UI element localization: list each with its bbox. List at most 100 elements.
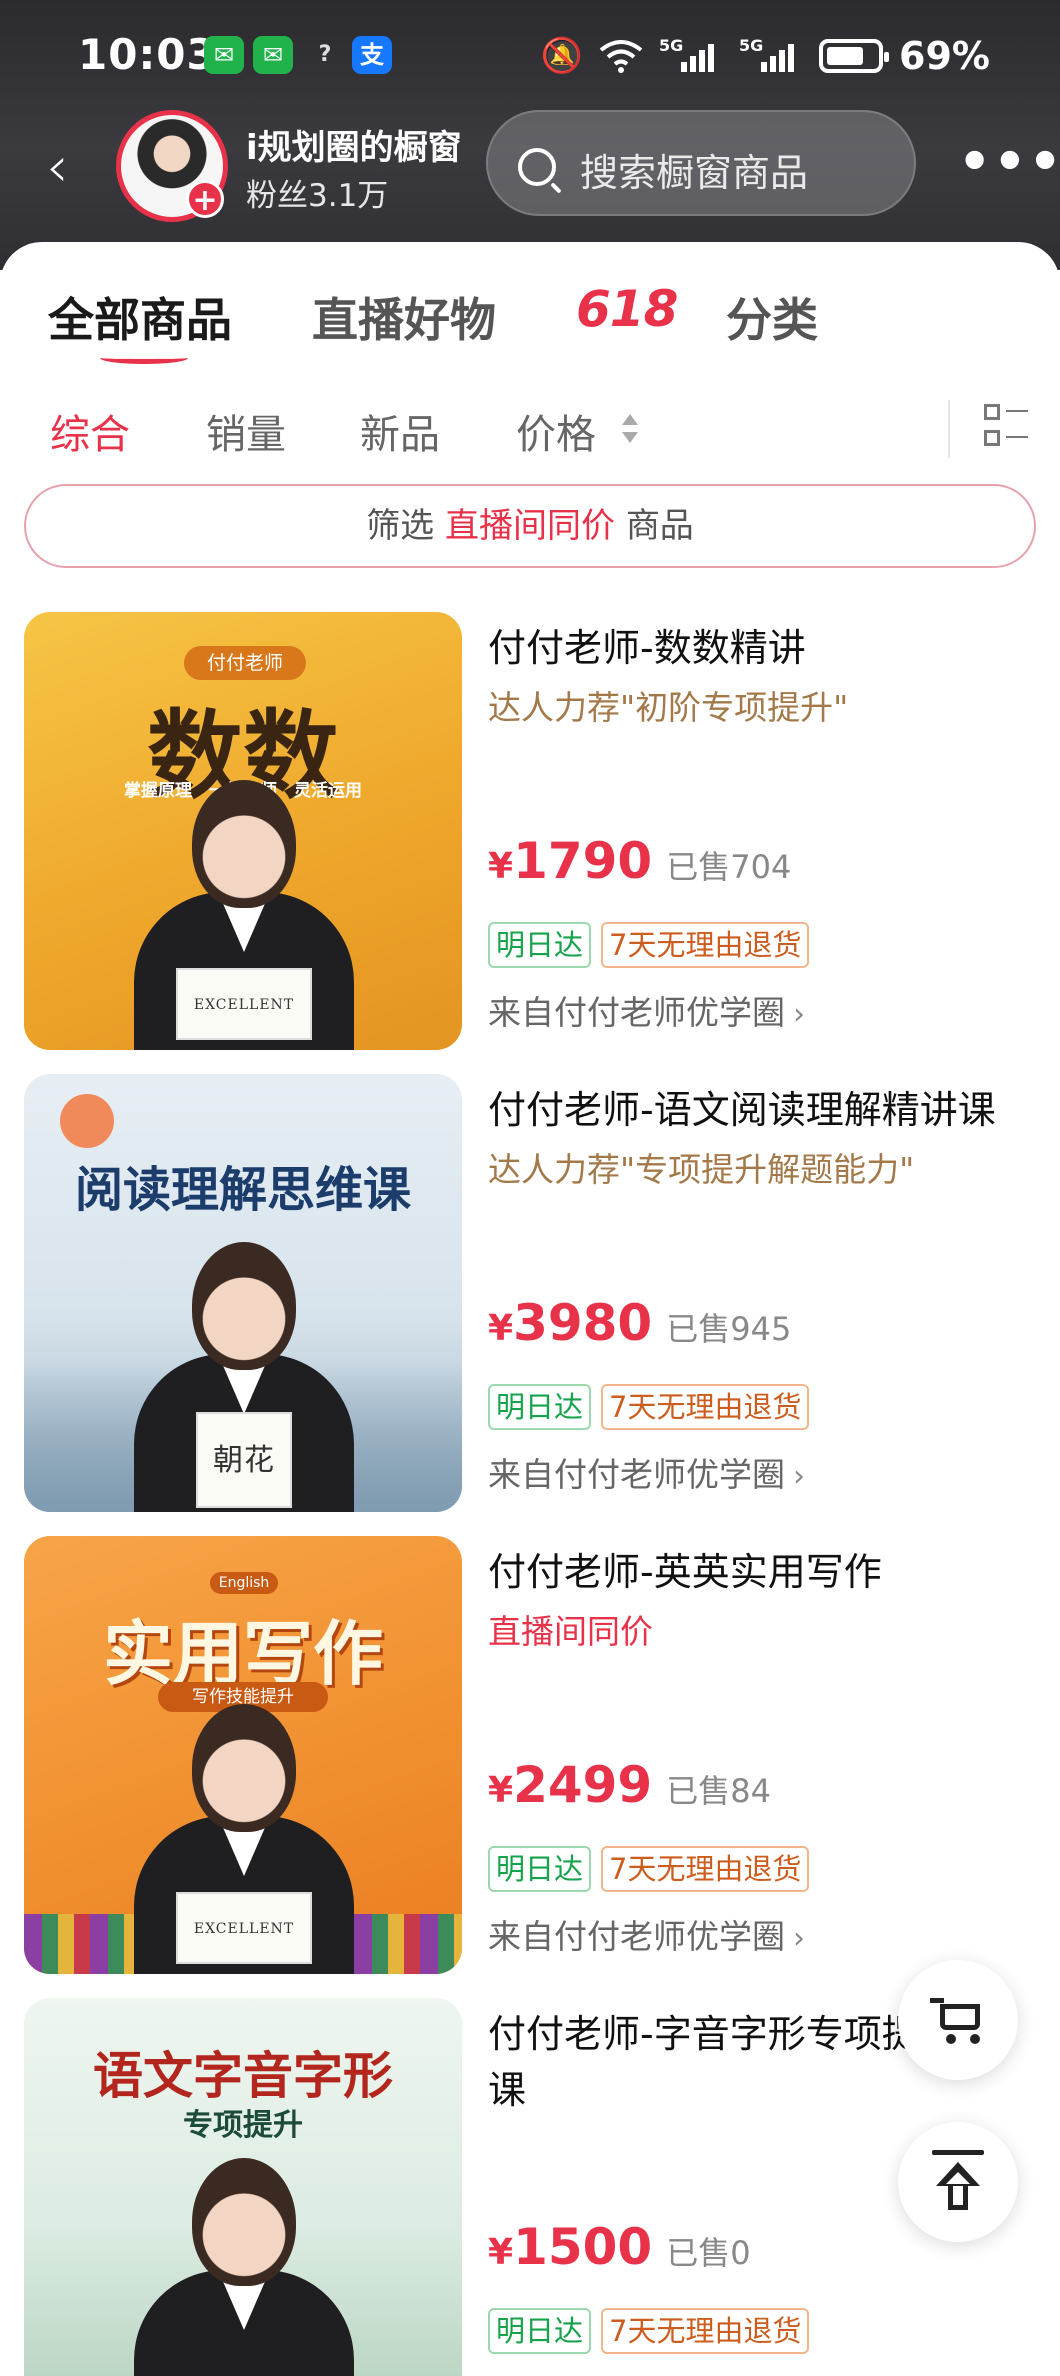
chevron-right-icon: ›	[793, 1921, 805, 1956]
battery-icon	[819, 39, 890, 73]
price-row: ¥1500 已售0	[488, 2218, 751, 2276]
sun-shape	[60, 1094, 114, 1148]
fans-count: 粉丝3.1万	[246, 178, 389, 214]
source-link[interactable]: 来自付付老师优学圈 ›	[488, 1910, 805, 1958]
teacher-photo: EXCELLENT	[134, 780, 354, 1050]
sort-arrows-icon[interactable]	[618, 412, 642, 452]
source-link[interactable]: 来自付付老师优学圈 ›	[488, 1448, 805, 1496]
thumb-tag: 付付老师	[184, 646, 306, 680]
product-image[interactable]: 阅读理解思维课 朝花	[24, 1074, 462, 1512]
badges: 明日达 7天无理由退货	[488, 1384, 810, 1430]
follow-plus-icon[interactable]: +	[186, 180, 224, 218]
badge-return: 7天无理由退货	[601, 1384, 810, 1430]
thumb-title: 阅读理解思维课	[74, 1162, 411, 1218]
content-sheet: 全部商品 直播好物 618 分类 综合 销量 新品 价格 筛选 直播间同价 商品…	[0, 242, 1060, 2376]
cart-icon	[930, 1994, 986, 2044]
product-title[interactable]: 付付老师-数数精讲	[488, 620, 1036, 676]
chevron-right-icon: ›	[793, 997, 805, 1032]
back-to-top-icon	[932, 2150, 984, 2212]
search-icon	[518, 148, 556, 186]
product-info: 付付老师-数数精讲 达人力荐"初阶专项提升" ¥1790 已售704 明日达 7天…	[488, 612, 1036, 1032]
sort-new[interactable]: 新品	[360, 402, 440, 460]
sold-count: 已售945	[666, 1310, 792, 1348]
product-price: ¥2499	[488, 1756, 653, 1814]
thumb-subtitle: 专项提升	[183, 2108, 303, 2143]
teacher-photo: EXCELLENT	[134, 1704, 354, 1974]
product-info: 付付老师-语文阅读理解精讲课 达人力荐"专项提升解题能力" ¥3980 已售945…	[488, 1074, 1036, 1494]
filter-live-price-button[interactable]: 筛选 直播间同价 商品	[24, 484, 1036, 568]
product-image[interactable]: 语文字音字形 专项提升	[24, 1998, 462, 2376]
thumb-title: 语文字音字形	[93, 2046, 393, 2105]
product-price: ¥3980	[488, 1294, 653, 1352]
product-subtitle: 直播间同价	[488, 1612, 653, 1651]
sold-count: 已售84	[666, 1772, 771, 1810]
tab-live-goods[interactable]: 直播好物	[312, 284, 496, 350]
battery-percent: 69%	[899, 34, 990, 78]
alipay-icon: 支	[352, 36, 392, 74]
source-link[interactable]: 来自付付老师优学圈 ›	[488, 986, 805, 1034]
badges: 明日达 7天无理由退货	[488, 922, 810, 968]
list-item[interactable]: 语文字音字形 专项提升 付付老师-字音字形专项提升课 ¥1500 已售0 明日达 …	[24, 1998, 1036, 2376]
nav-bar: ‹ + i规划圈的橱窗 粉丝3.1万 搜索橱窗商品 •••	[0, 110, 1060, 240]
thumb-paper: EXCELLENT	[176, 968, 312, 1040]
more-icon[interactable]: •••	[958, 132, 1060, 192]
tab-bar: 全部商品 直播好物 618 分类	[0, 280, 1060, 364]
product-image[interactable]: English 实用写作 写作技能提升 EXCELLENT	[24, 1536, 462, 1974]
shop-name[interactable]: i规划圈的橱窗	[246, 120, 466, 169]
cart-button[interactable]	[898, 1960, 1018, 2080]
status-right: 🔕 5G 5G 69%	[541, 34, 990, 78]
badge-delivery: 明日达	[488, 1384, 592, 1430]
price-row: ¥3980 已售945	[488, 1294, 791, 1352]
list-item[interactable]: 阅读理解思维课 朝花 付付老师-语文阅读理解精讲课 达人力荐"专项提升解题能力"…	[24, 1074, 1036, 1514]
thumb-tag: English	[210, 1572, 278, 1594]
sort-comprehensive[interactable]: 综合	[50, 402, 130, 460]
product-title[interactable]: 付付老师-语文阅读理解精讲课	[488, 1082, 1036, 1138]
list-item[interactable]: 付付老师 数数 掌握原理 一线名师 灵活运用 EXCELLENT 付付老师-数数…	[24, 612, 1036, 1052]
product-subtitle: 达人力荐"专项提升解题能力"	[488, 1150, 915, 1189]
badge-delivery: 明日达	[488, 2308, 592, 2354]
question-icon: ?	[318, 42, 332, 67]
product-title[interactable]: 付付老师-英英实用写作	[488, 1544, 1036, 1600]
sort-price[interactable]: 价格	[516, 402, 596, 460]
product-image[interactable]: 付付老师 数数 掌握原理 一线名师 灵活运用 EXCELLENT	[24, 612, 462, 1050]
tab-category[interactable]: 分类	[726, 284, 818, 350]
wifi-icon	[599, 40, 643, 73]
badge-return: 7天无理由退货	[601, 2308, 810, 2354]
search-placeholder: 搜索橱窗商品	[580, 151, 809, 195]
thumb-paper: 朝花	[196, 1412, 292, 1508]
sort-bar: 综合 销量 新品 价格	[0, 392, 1060, 472]
tab-618[interactable]: 618	[576, 280, 678, 338]
filter-suffix: 商品	[625, 506, 694, 546]
sort-sales[interactable]: 销量	[206, 402, 286, 460]
tab-active-indicator	[100, 352, 188, 364]
status-time: 10:03	[78, 30, 217, 79]
badges: 明日达 7天无理由退货	[488, 2308, 810, 2354]
price-row: ¥2499 已售84	[488, 1756, 771, 1814]
product-price: ¥1500	[488, 2218, 653, 2276]
wechat-icon: ✉	[253, 36, 293, 74]
list-layout-icon[interactable]	[984, 404, 1028, 448]
chevron-left-icon[interactable]: ‹	[46, 140, 68, 196]
teacher-photo	[134, 2158, 354, 2376]
product-price: ¥1790	[488, 832, 653, 890]
tab-all-products[interactable]: 全部商品	[48, 284, 232, 350]
badge-return: 7天无理由退货	[601, 922, 810, 968]
sold-count: 已售704	[666, 848, 792, 886]
badge-return: 7天无理由退货	[601, 1846, 810, 1892]
filter-prefix: 筛选	[366, 506, 435, 546]
badge-delivery: 明日达	[488, 1846, 592, 1892]
chevron-right-icon: ›	[793, 1459, 805, 1494]
wechat-icon: ✉	[204, 36, 244, 74]
product-subtitle: 达人力荐"初阶专项提升"	[488, 688, 849, 727]
badges: 明日达 7天无理由退货	[488, 1846, 810, 1892]
sold-count: 已售0	[666, 2234, 751, 2272]
search-input[interactable]: 搜索橱窗商品	[486, 110, 916, 216]
back-to-top-button[interactable]	[898, 2122, 1018, 2242]
list-item[interactable]: English 实用写作 写作技能提升 EXCELLENT 付付老师-英英实用写…	[24, 1536, 1036, 1976]
product-info: 付付老师-英英实用写作 直播间同价 ¥2499 已售84 明日达 7天无理由退货 …	[488, 1536, 1036, 1956]
price-row: ¥1790 已售704	[488, 832, 791, 890]
filter-highlight: 直播间同价	[445, 506, 615, 546]
mute-icon: 🔕	[540, 36, 584, 76]
status-bar: 10:03 ✉ ✉ ? 支 🔕 5G 5G 69%	[0, 0, 1060, 110]
signal-icon: 5G	[659, 38, 723, 74]
